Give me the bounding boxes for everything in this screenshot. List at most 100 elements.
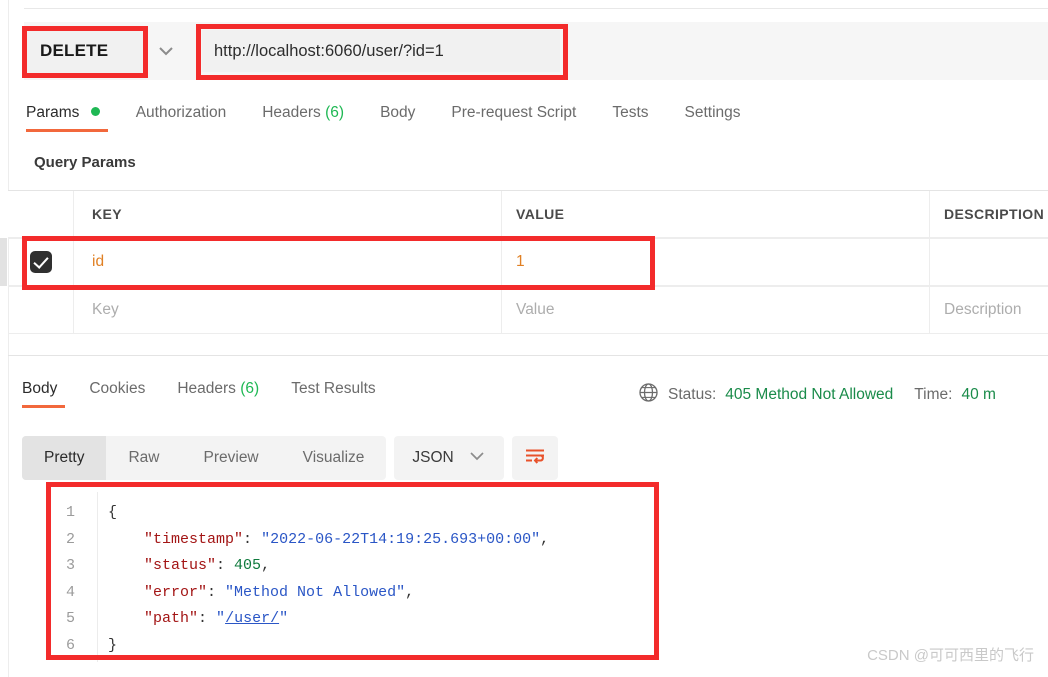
time-value: 40 m (961, 386, 996, 403)
word-wrap-toggle[interactable] (511, 436, 558, 480)
line-number: 4 (66, 583, 76, 601)
params-modified-dot (90, 107, 100, 116)
placeholder-value-text: Value (516, 301, 555, 318)
column-header-key: KEY (92, 206, 122, 222)
chevron-down-icon[interactable] (155, 42, 177, 60)
header-cell-checkbox (8, 191, 74, 237)
http-method-label: DELETE (40, 41, 109, 60)
tab-pre-request-script-label: Pre-request Script (451, 104, 577, 121)
json-brace-close: } (108, 636, 118, 654)
tab-settings-label: Settings (684, 104, 741, 121)
query-params-table: KEY VALUE DESCRIPTION id 1 Key Value Des… (8, 190, 1048, 334)
json-line-1: { (108, 500, 652, 527)
json-line-4: "error": "Method Not Allowed", (108, 580, 652, 607)
placeholder-key-cell[interactable]: Key (74, 287, 502, 333)
json-code: { "timestamp": "2022-06-22T14:19:25.693+… (98, 492, 652, 662)
json-colon: : (243, 530, 262, 548)
line-number: 3 (66, 557, 76, 574)
tab-headers-count: (6) (325, 104, 345, 121)
row-description-cell[interactable] (930, 239, 1048, 285)
tab-tests[interactable]: Tests (594, 104, 666, 132)
json-colon: : (216, 557, 235, 574)
viewer-mode-pretty[interactable]: Pretty (22, 436, 107, 480)
response-tab-headers[interactable]: Headers (6) (161, 380, 275, 408)
response-tab-cookies-label: Cookies (89, 380, 146, 397)
viewer-mode-visualize[interactable]: Visualize (281, 436, 387, 480)
response-tab-body[interactable]: Body (22, 380, 73, 408)
json-comma: , (405, 583, 415, 601)
tab-params[interactable]: Params (26, 104, 118, 132)
json-colon: : (198, 610, 217, 627)
json-key-error: "error" (144, 583, 208, 601)
row-checkbox-checked[interactable] (29, 251, 52, 273)
viewer-mode-pretty-label: Pretty (44, 449, 85, 466)
row-key-cell[interactable]: id (74, 239, 502, 285)
tab-body[interactable]: Body (362, 104, 433, 132)
json-comma: , (540, 530, 550, 548)
row-checkbox-cell[interactable] (8, 239, 74, 285)
tab-headers-label: Headers (262, 104, 321, 121)
response-tabs: Body Cookies Headers (6) Test Results (22, 380, 392, 408)
json-key-timestamp: "timestamp" (144, 530, 244, 548)
json-line-6: } (108, 633, 652, 660)
globe-icon (638, 382, 659, 408)
json-key-path: "path" (144, 610, 199, 627)
row-value-value: 1 (516, 253, 525, 270)
response-format-selector[interactable]: JSON (394, 436, 504, 480)
query-params-title: Query Params (34, 154, 136, 171)
table-scroll-indicator[interactable] (0, 238, 7, 286)
viewer-mode-raw[interactable]: Raw (106, 436, 181, 480)
response-tab-body-label: Body (22, 380, 58, 397)
row-key-value: id (92, 253, 105, 270)
status-label: Status: (668, 386, 717, 403)
viewer-mode-preview[interactable]: Preview (182, 436, 281, 480)
response-divider (8, 355, 1048, 356)
response-body-viewer[interactable]: 1 2 3 4 5 6 { "timestamp": "2022-06-22T1… (52, 492, 652, 662)
tab-params-label: Params (26, 104, 80, 121)
response-viewer-toolbar: Pretty Raw Preview Visualize JSON (22, 436, 558, 480)
line-number: 5 (66, 610, 76, 627)
json-value-timestamp: "2022-06-22T14:19:25.693+00:00" (261, 530, 541, 548)
json-quote: " (216, 610, 226, 627)
json-value-path-link[interactable]: /user/ (225, 610, 279, 627)
url-input[interactable]: http://localhost:6060/user/?id=1 (202, 30, 560, 72)
tab-tests-label: Tests (612, 104, 649, 121)
tab-authorization[interactable]: Authorization (118, 104, 244, 132)
viewer-mode-raw-label: Raw (128, 449, 160, 466)
placeholder-value-cell[interactable]: Value (502, 287, 930, 333)
response-status-bar: Status: 405 Method Not Allowed Time: 40 … (638, 382, 996, 408)
json-brace-open: { (108, 504, 118, 521)
tab-body-label: Body (380, 104, 416, 121)
request-tabs: Params Authorization Headers (6) Body Pr… (26, 104, 759, 132)
placeholder-description-text: Description (944, 301, 1022, 318)
left-rail (0, 0, 9, 677)
viewer-mode-preview-label: Preview (203, 449, 259, 466)
status-badge: 405 Method Not Allowed (725, 386, 894, 403)
line-number: 1 (66, 504, 76, 521)
chevron-down-icon (468, 449, 486, 467)
row-value-cell[interactable]: 1 (502, 239, 930, 285)
response-format-label: JSON (412, 449, 454, 466)
time-label: Time: (914, 386, 953, 403)
table-row[interactable]: id 1 (8, 238, 1048, 286)
top-divider (24, 8, 1048, 9)
tab-authorization-label: Authorization (135, 104, 227, 121)
placeholder-description-cell[interactable]: Description (930, 287, 1048, 333)
table-placeholder-row[interactable]: Key Value Description (8, 286, 1048, 334)
response-tab-test-results[interactable]: Test Results (275, 380, 391, 408)
viewer-mode-group: Pretty Raw Preview Visualize (22, 436, 387, 480)
placeholder-checkbox-cell[interactable] (8, 287, 74, 333)
response-tab-cookies[interactable]: Cookies (73, 380, 161, 408)
viewer-mode-visualize-label: Visualize (302, 449, 365, 466)
line-number: 2 (66, 530, 76, 548)
tab-pre-request-script[interactable]: Pre-request Script (433, 104, 594, 132)
tab-headers[interactable]: Headers (6) (244, 104, 362, 132)
line-number: 6 (66, 636, 76, 654)
json-colon: : (207, 583, 226, 601)
response-tab-test-results-label: Test Results (291, 380, 376, 397)
tab-settings[interactable]: Settings (667, 104, 759, 132)
http-method-selector[interactable]: DELETE (24, 28, 146, 74)
watermark: CSDN @可可西里的飞行 (867, 647, 1034, 664)
response-tab-headers-count: (6) (240, 380, 260, 397)
json-value-error: "Method Not Allowed" (225, 583, 406, 601)
